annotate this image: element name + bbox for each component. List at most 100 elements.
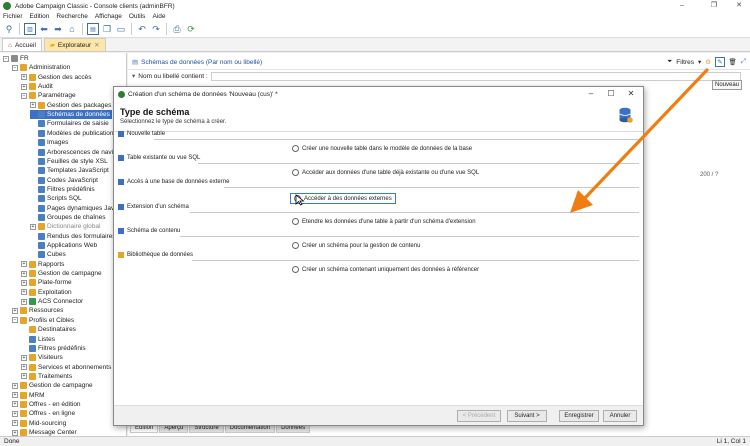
tree-item[interactable]: + Audit [21,82,53,91]
explorer-view-icon[interactable]: ▥ [24,23,36,35]
tree-expander-icon[interactable]: + [30,223,36,230]
tree-expander-icon[interactable]: + [21,261,27,268]
radio-button[interactable] [292,218,299,225]
tree-item[interactable]: + Message Center [12,428,77,436]
redo-icon[interactable]: ↷ [150,23,162,35]
tree-expander-icon[interactable]: + [21,83,27,90]
tree-expander-icon[interactable]: + [12,429,18,436]
tree-expander-icon[interactable]: + [12,410,18,417]
back-icon[interactable]: ⬅ [38,23,50,35]
tree-expander-icon[interactable]: + [21,298,27,305]
cancel-button[interactable]: Annuler [603,410,637,422]
tree-expander-icon[interactable]: + [21,354,27,361]
filters-button[interactable]: Filtres [676,59,694,66]
tree-expander-icon[interactable]: − [3,55,9,62]
tree-item[interactable]: Destinataires [21,325,76,334]
configure-icon[interactable]: ⚙ [705,58,711,66]
dialog-minimize-button[interactable]: – [583,87,599,101]
tree-item[interactable]: − Paramétrage [21,91,76,100]
tree-item[interactable]: Cubes [30,250,66,259]
undo-icon[interactable]: ↶ [136,23,148,35]
tree-item[interactable]: + Ressources [12,306,63,315]
tree-expander-icon[interactable]: − [21,92,27,99]
copy-icon[interactable]: ❐ [101,23,113,35]
minimize-button[interactable]: – [673,0,691,12]
tree-item[interactable]: Scripts SQL [30,194,82,203]
tree-expander-icon[interactable]: + [12,382,18,389]
tree-expander-icon[interactable]: + [21,289,27,296]
schema-type-option[interactable]: Créer un schéma contenant uniquement des… [292,266,479,273]
radio-button[interactable] [292,145,299,152]
tree-item[interactable]: Templates JavaScript [30,166,109,175]
dialog-maximize-button[interactable]: ☐ [603,87,619,101]
tree-item[interactable]: Codes JavaScript [30,176,98,185]
delete-icon[interactable]: 🗑 [729,58,737,66]
tree-item[interactable]: + Gestion des packages [30,101,111,110]
tree-item[interactable]: + Dictionnaire global [30,222,100,231]
next-button[interactable]: Suivant > [507,410,547,422]
radio-button[interactable] [292,169,299,176]
tree-expander-icon[interactable]: + [12,392,18,399]
refresh-icon[interactable]: ⟳ [185,23,197,35]
tree-item[interactable]: + MRM [12,391,45,400]
close-button[interactable]: ✕ [730,0,748,12]
menu-edition[interactable]: Edition [30,13,50,20]
schema-type-option[interactable]: Accéder aux données d'une table déjà exi… [292,169,479,176]
radio-button[interactable] [292,242,299,249]
tree-expander-icon[interactable]: + [21,74,27,81]
tree-item[interactable]: Groupes de chaînes [30,213,106,222]
tree-item[interactable]: − FR [3,54,29,63]
tree-expander-icon[interactable]: + [21,364,27,371]
print-icon[interactable]: ⎙ [171,23,183,35]
menu-aide[interactable]: Aide [152,13,165,20]
tab-close-icon[interactable]: ✕ [94,41,99,49]
radio-button[interactable] [294,195,301,202]
tab-accueil[interactable]: ⌂ Accueil [2,38,42,51]
schema-type-option[interactable]: Créer une nouvelle table dans le modèle … [292,145,472,152]
tree-expander-icon[interactable]: − [12,64,18,71]
tree-item[interactable]: − Administration [12,63,70,72]
maximize-button[interactable]: ❐ [705,0,723,12]
tree-item[interactable]: + Visiteurs [21,353,63,362]
forward-icon[interactable]: ➡ [52,23,64,35]
tree-expander-icon[interactable]: + [12,401,18,408]
filter-toggle-icon[interactable]: ▾ [132,72,135,80]
schema-type-option[interactable]: Etendre les données d'une table à partir… [292,218,476,225]
filters-icon[interactable]: ⏷ [667,58,672,66]
tree-item[interactable]: Filtres prédéfinis [21,344,86,353]
paste-icon[interactable]: ▭ [115,23,127,35]
schema-type-option[interactable]: Créer un schéma pour la gestion de conte… [292,242,420,249]
tree-item[interactable]: Rendus des formulaires [30,232,116,241]
tree-item[interactable]: Schémas de données [30,110,112,120]
folder-view-icon[interactable]: ▤ [87,23,99,35]
radio-button[interactable] [292,266,299,273]
menu-affichage[interactable]: Affichage [95,13,122,20]
tree-expander-icon[interactable]: + [12,307,18,314]
tree-item[interactable]: + Plate-forme [21,278,72,287]
tree-item[interactable]: Feuilles de style XSL [30,157,108,166]
menu-fichier[interactable]: Fichier [3,13,23,20]
tree-expander-icon[interactable]: + [21,373,27,380]
save-button[interactable]: Enregistrer [559,410,599,422]
expand-icon[interactable]: ⤢ [741,58,746,66]
tree-item[interactable]: + Gestion de campagne [21,269,102,278]
name-filter-input[interactable] [210,71,741,81]
tab-explorateur[interactable]: ▰ Explorateur ✕ [43,38,106,51]
tree-item[interactable]: + ACS Connector [21,297,83,306]
tree-item[interactable]: Images [30,138,68,147]
tree-item[interactable]: + Services et abonnements [21,363,111,372]
tree-expander-icon[interactable]: + [21,270,27,277]
menu-outils[interactable]: Outils [129,13,146,20]
tree-expander-icon[interactable]: − [12,317,18,324]
tree-item[interactable]: + Mid-sourcing [12,419,66,428]
schema-type-option[interactable]: Accéder à des données externes [290,193,396,204]
tree-item[interactable]: Applications Web [30,241,97,250]
tree-item[interactable]: Modèles de publication [30,129,114,138]
tree-item[interactable]: + Traitements [21,372,72,381]
filters-dropdown-icon[interactable]: ▾ [698,58,701,66]
tree-item[interactable]: + Exploitation [21,288,72,297]
tree-item[interactable]: Formulaires de saisie [30,119,109,128]
tree-item[interactable]: + Rapports [21,260,64,269]
home-icon[interactable]: ⌂ [66,23,78,35]
previous-button[interactable]: < Précédent [457,410,501,422]
